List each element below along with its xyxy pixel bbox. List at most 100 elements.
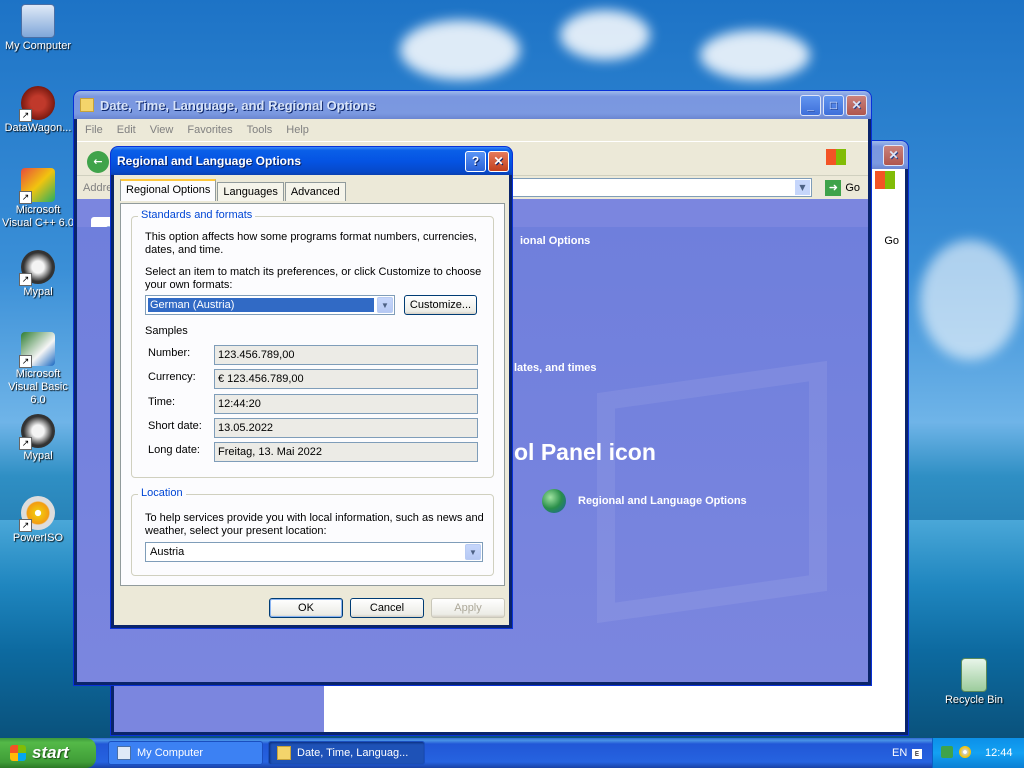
select-description: Select an item to match its preferences,…	[145, 266, 482, 291]
go-arrow-icon: ➜	[825, 180, 842, 196]
close-button[interactable]: ✕	[488, 150, 509, 172]
menu-view[interactable]: View	[150, 124, 174, 136]
chevron-down-icon[interactable]: ▼	[465, 544, 481, 560]
sample-long-date-value: Freitag, 13. Mai 2022	[214, 442, 478, 462]
menu-help[interactable]: Help	[286, 124, 309, 136]
standards-group: Standards and formats This option affect…	[131, 209, 494, 478]
standards-description: This option affects how some programs fo…	[145, 231, 477, 256]
go-button[interactable]: ➜ Go	[825, 180, 860, 196]
close-button[interactable]: ✕	[883, 144, 904, 166]
close-button[interactable]: ✕	[846, 94, 867, 116]
menu-bar: File Edit View Favorites Tools Help	[77, 119, 868, 165]
sample-time-value: 12:44:20	[214, 394, 478, 414]
desktop-icon-label: My Computer	[4, 40, 72, 52]
go-button[interactable]: Go	[884, 235, 899, 247]
my-computer-icon	[21, 4, 55, 38]
desktop-icon-recycle-bin[interactable]: Recycle Bin	[936, 658, 1012, 707]
address-input[interactable]: ▼	[507, 178, 812, 197]
back-icon[interactable]: ←	[87, 151, 109, 173]
desktop-icon-label: Recycle Bin	[944, 694, 1004, 706]
desktop-icon-label: Mypal	[23, 286, 53, 298]
customize-button[interactable]: Customize...	[404, 295, 477, 315]
window-title: Date, Time, Language, and Regional Optio…	[100, 97, 376, 113]
menu-favorites[interactable]: Favorites	[187, 124, 232, 136]
header-text: ional Options	[520, 235, 591, 247]
location-group: Location To help services provide you wi…	[131, 487, 494, 576]
visual-cpp-icon	[19, 168, 55, 204]
pick-heading: ol Panel icon	[514, 439, 656, 465]
windows-logo-icon	[875, 171, 895, 189]
windows-logo-icon	[826, 149, 846, 165]
dialog-body: Regional Options Languages Advanced Stan…	[114, 175, 509, 625]
language-indicator[interactable]: EN	[892, 747, 907, 759]
globe-icon	[542, 489, 566, 513]
go-label: Go	[845, 182, 860, 194]
desktop-icon-visual-basic[interactable]: Microsoft Visual Basic 6.0	[0, 332, 76, 407]
maximize-button[interactable]: □	[823, 94, 844, 116]
desktop-icon-my-computer[interactable]: My Computer	[0, 4, 76, 53]
start-button[interactable]: start	[0, 738, 96, 768]
cloud	[400, 20, 520, 80]
cp-item-label: Regional and Language Options	[578, 495, 747, 507]
dialog-title-bar[interactable]: Regional and Language Options ? ✕	[111, 147, 512, 175]
control-panel-title-bar[interactable]: Date, Time, Language, and Regional Optio…	[74, 91, 871, 119]
standards-group-title: Standards and formats	[138, 209, 256, 221]
desktop-icon-datawagon[interactable]: DataWagon...	[0, 86, 76, 135]
network-icon[interactable]	[941, 746, 953, 758]
desktop-icon-poweriso[interactable]: PowerISO	[0, 496, 76, 545]
recycle-bin-icon	[961, 658, 987, 692]
cloud	[920, 240, 1020, 360]
menu-file[interactable]: File	[85, 124, 103, 136]
tab-regional-options[interactable]: Regional Options	[120, 179, 217, 201]
chevron-down-icon[interactable]: ▼	[377, 297, 393, 313]
apply-button[interactable]: Apply	[431, 598, 505, 618]
folder-icon	[277, 746, 291, 760]
desktop-icon-visual-cpp[interactable]: Microsoft Visual C++ 6.0	[0, 168, 76, 230]
desktop-icon-mypal[interactable]: Mypal	[0, 250, 76, 299]
sample-currency-value: € 123.456.789,00	[214, 369, 478, 389]
location-group-title: Location	[138, 487, 186, 499]
location-select-value: Austria	[150, 546, 185, 558]
cancel-button[interactable]: Cancel	[350, 598, 424, 618]
taskbar-item-my-computer[interactable]: My Computer	[108, 741, 263, 765]
windows-flag-icon	[10, 745, 26, 761]
sample-number-value: 123.456.789,00	[214, 345, 478, 365]
format-select[interactable]: German (Austria) ▼	[145, 295, 395, 315]
start-label: start	[32, 743, 69, 762]
tab-advanced[interactable]: Advanced	[284, 182, 346, 201]
chevron-down-icon[interactable]: ▼	[795, 180, 810, 195]
regional-options-dialog[interactable]: Regional and Language Options ? ✕ Region…	[110, 146, 513, 629]
tab-strip: Regional Options Languages Advanced	[120, 179, 347, 201]
format-select-value: German (Austria)	[148, 298, 374, 312]
cd-icon[interactable]	[959, 746, 971, 758]
system-tray: 12:44	[932, 738, 1024, 768]
taskbar: start My Computer Date, Time, Languag...…	[0, 738, 1024, 768]
desktop-icon-mypal-2[interactable]: Mypal	[0, 414, 76, 463]
mypal-icon	[19, 414, 55, 450]
mypal-icon	[19, 250, 55, 286]
clock[interactable]: 12:44	[985, 747, 1013, 759]
sample-time-label: Time:	[148, 396, 176, 408]
minimize-button[interactable]: _	[800, 94, 821, 116]
help-button[interactable]: ?	[465, 150, 486, 172]
location-select[interactable]: Austria ▼	[145, 542, 483, 562]
desktop-icon-label: DataWagon...	[4, 122, 72, 134]
task-text: lates, and times	[514, 362, 597, 374]
tab-languages[interactable]: Languages	[217, 182, 284, 201]
sample-short-date-label: Short date:	[148, 420, 202, 432]
menu-edit[interactable]: Edit	[117, 124, 136, 136]
desktop-icon-label: PowerISO	[12, 532, 64, 544]
regional-options-panel: Standards and formats This option affect…	[120, 203, 505, 586]
sample-short-date-value: 13.05.2022	[214, 418, 478, 438]
menu-tools[interactable]: Tools	[247, 124, 273, 136]
ok-button[interactable]: OK	[269, 598, 343, 618]
visual-basic-icon	[19, 332, 55, 368]
taskbar-item-date-time[interactable]: Date, Time, Languag...	[268, 741, 425, 765]
sample-currency-label: Currency:	[148, 371, 196, 383]
location-description: To help services provide you with local …	[145, 512, 484, 537]
my-computer-icon	[117, 746, 131, 760]
taskbar-item-label: My Computer	[137, 747, 204, 759]
cp-item-regional[interactable]: Regional and Language Options	[542, 489, 747, 513]
keyboard-layout-icon[interactable]: E	[912, 749, 922, 759]
datawagon-icon	[19, 86, 55, 122]
